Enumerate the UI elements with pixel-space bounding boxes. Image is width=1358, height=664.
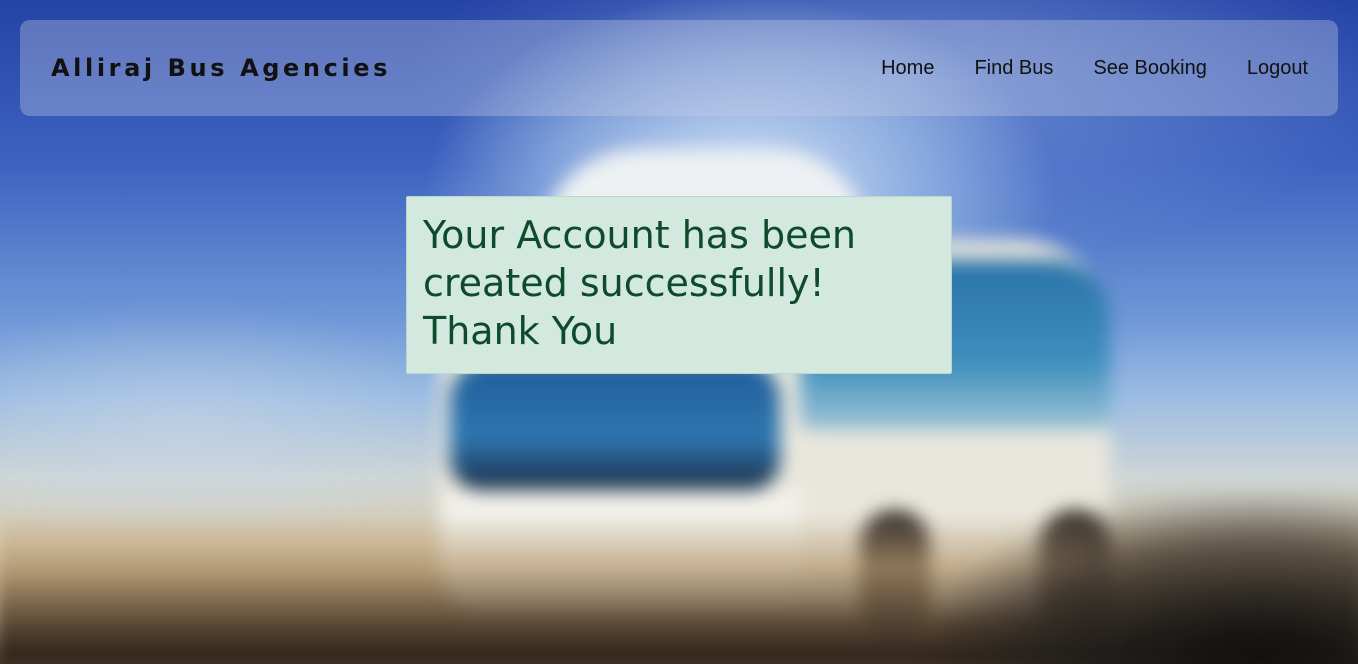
navbar: Alliraj Bus Agencies Home Find Bus See B… bbox=[20, 20, 1338, 116]
success-alert: Your Account has been created successful… bbox=[406, 196, 952, 374]
road-shadow bbox=[938, 494, 1358, 664]
background-haze bbox=[0, 300, 460, 520]
nav-link-find-bus[interactable]: Find Bus bbox=[974, 57, 1053, 80]
nav-links: Home Find Bus See Booking Logout bbox=[881, 57, 1308, 80]
nav-link-logout[interactable]: Logout bbox=[1247, 57, 1308, 80]
nav-link-home[interactable]: Home bbox=[881, 57, 934, 80]
bus-windshield bbox=[450, 360, 780, 490]
brand-logo[interactable]: Alliraj Bus Agencies bbox=[51, 54, 391, 82]
success-message: Your Account has been created successful… bbox=[423, 213, 856, 353]
nav-link-see-booking[interactable]: See Booking bbox=[1093, 57, 1206, 80]
